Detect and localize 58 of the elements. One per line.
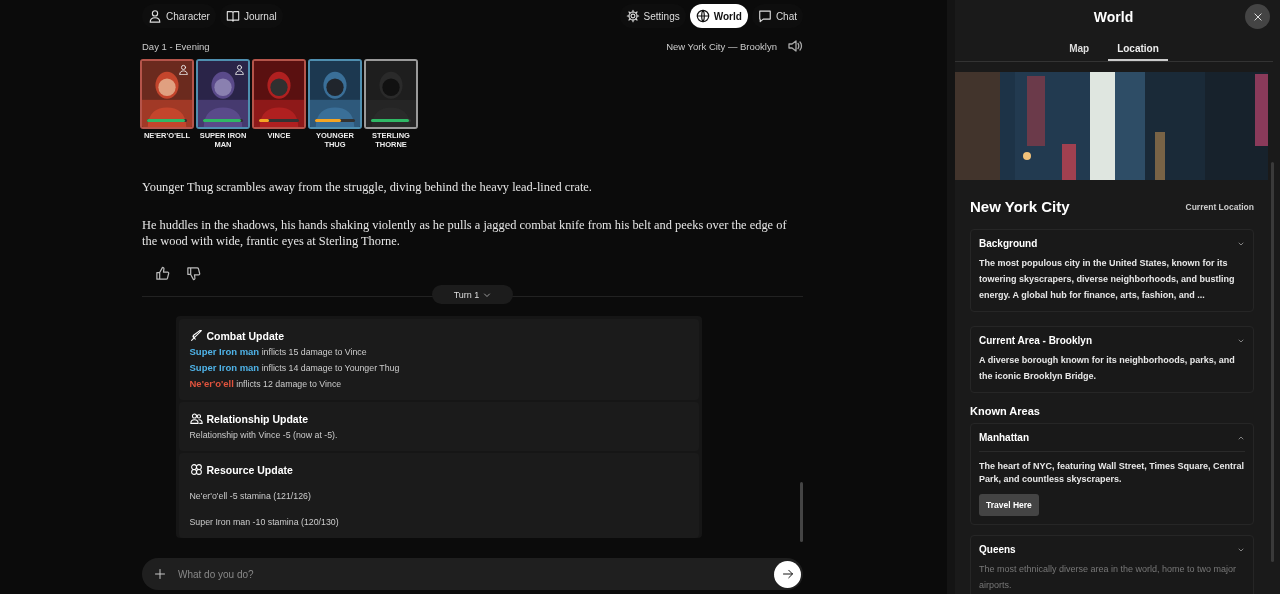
people-icon	[189, 412, 203, 425]
add-button[interactable]	[154, 568, 166, 580]
update-title: Resource Update	[206, 463, 293, 476]
sword-icon	[189, 329, 203, 342]
update-line: Ne'er'o'ell inflicts 12 damage to Vince	[189, 378, 343, 390]
message-field[interactable]: What do you do?	[176, 567, 764, 581]
section-title: Queens	[979, 544, 1016, 555]
section-title: Background	[979, 238, 1038, 249]
location-label: New York City — Brooklyn	[666, 40, 777, 52]
scrollbar[interactable]	[1271, 162, 1274, 562]
message-bar[interactable]: What do you do?	[142, 558, 803, 590]
update-title: Combat Update	[206, 329, 285, 342]
thumbs-up-icon	[155, 266, 170, 281]
settings-icon	[625, 9, 640, 23]
speaker-icon	[787, 38, 803, 54]
tab[interactable]: Location	[1108, 34, 1168, 61]
chat-icon	[757, 9, 772, 23]
current-location-label: Current Location	[1185, 201, 1254, 212]
person-icon	[148, 9, 162, 23]
arrow-right-icon	[781, 568, 794, 580]
thumbs-up-button[interactable]	[153, 264, 172, 283]
thumbs-down-button[interactable]	[184, 264, 203, 283]
clover-icon	[189, 463, 203, 476]
section-title: Current Area - Brooklyn	[979, 335, 1092, 346]
section-heading: Known Areas	[970, 405, 1041, 417]
update-line: Super Iron man inflicts 14 damage to Younger Thug	[189, 362, 401, 374]
section-title: Manhattan	[979, 432, 1029, 443]
nav-button[interactable]: World	[689, 4, 748, 28]
globe-icon	[695, 9, 710, 23]
location-name: New York City	[970, 198, 1070, 215]
send-button[interactable]	[774, 560, 801, 588]
thumbs-down-icon	[186, 266, 201, 281]
plus-icon	[154, 568, 166, 580]
close-icon	[1252, 11, 1263, 22]
panel-title: World	[1093, 9, 1134, 25]
section-text: The most populous city in the United States, known for its towering skyscrapers, diverse neighborhoods, and bustling energy. A global hub for finance, arts, fashion, and ...	[979, 257, 1236, 302]
character-card[interactable]	[140, 59, 194, 129]
character-card[interactable]	[196, 59, 250, 129]
update-line: Super Iron man inflicts 15 damage to Vince	[189, 346, 368, 358]
character-card[interactable]	[308, 59, 362, 129]
story-paragraph: Younger Thug scrambles away from the struggle, diving behind the heavy lead-lined crate.	[142, 179, 593, 195]
book-icon	[225, 9, 240, 23]
update-title: Relationship Update	[206, 412, 308, 425]
chevron-down-icon	[483, 290, 492, 299]
section-text: The heart of NYC, featuring Wall Street, Times Square, Central Park, and countless skyscrapers.	[979, 460, 1245, 486]
tab[interactable]: Map	[1060, 34, 1099, 61]
time-label: Day 1 - Evening	[142, 40, 210, 52]
section-text: A diverse borough known for its neighborhoods, parks, and the iconic Brooklyn Bridge.	[979, 354, 1236, 383]
update-line: Relationship with Vince -5 (now at -5).	[189, 429, 339, 441]
turn-dropdown[interactable]: Turn 1	[431, 285, 514, 304]
section-text: The most ethnically diverse area in the world, home to two major airports.	[979, 563, 1238, 592]
update-line: Ne'er'o'ell -5 stamina (121/126)	[189, 490, 312, 502]
close-button[interactable]	[1245, 4, 1270, 29]
character-card[interactable]	[364, 59, 418, 129]
travel-button[interactable]: Travel Here	[979, 494, 1039, 516]
update-line: Super Iron man -10 stamina (120/130)	[189, 516, 340, 528]
story-paragraph: He huddles in the shadows, his hands shaking violently as he pulls a jagged combat knife from his belt and peeks over the edge of the wood with wide, frantic eyes at Sterling Thorne.	[142, 217, 788, 249]
scrollbar[interactable]	[800, 482, 803, 542]
